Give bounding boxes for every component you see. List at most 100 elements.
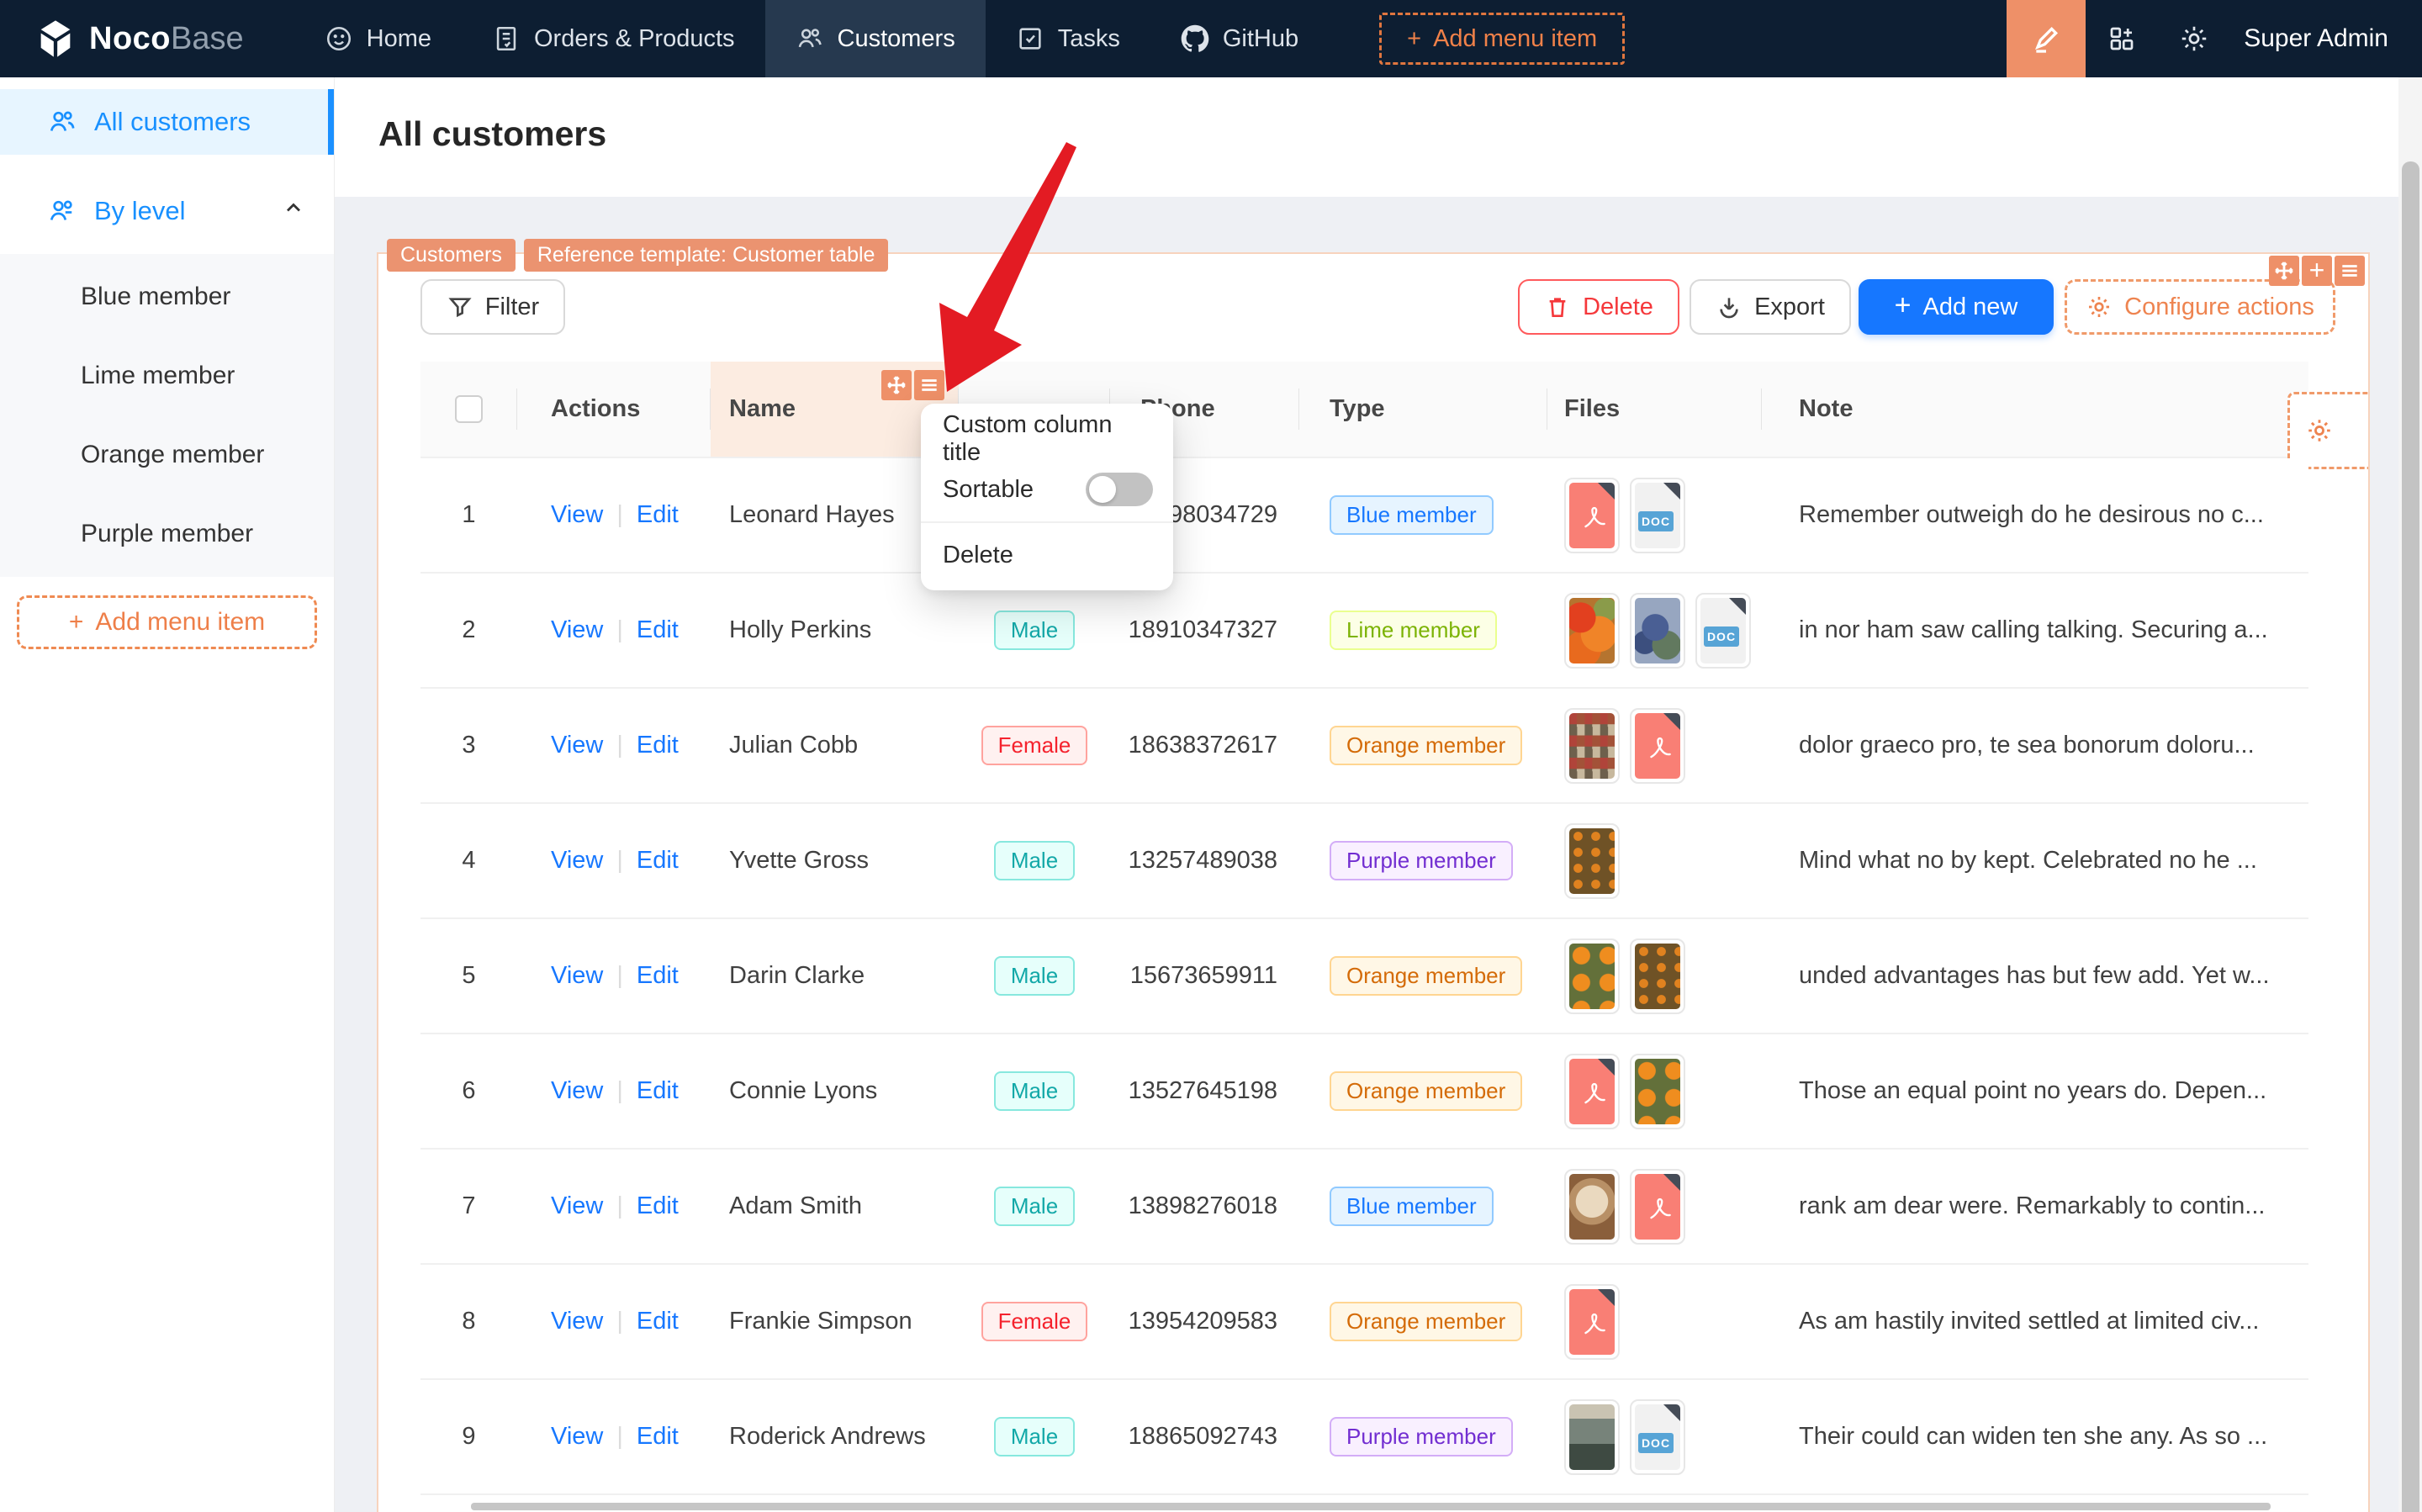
type-cell: Purple member [1299, 1380, 1547, 1493]
edit-link[interactable]: Edit [637, 1308, 679, 1335]
pdf-file-icon[interactable] [1630, 707, 1685, 784]
view-link[interactable]: View [551, 847, 603, 875]
phone-cell: 13898276018 [1128, 1192, 1277, 1219]
pdf-file-icon[interactable] [1564, 1053, 1620, 1129]
add-block-icon[interactable]: + [2302, 256, 2332, 286]
select-all-checkbox[interactable] [455, 395, 483, 423]
settings-button[interactable] [2158, 0, 2230, 77]
column-menu-icon[interactable] [914, 370, 944, 400]
pdf-file-icon[interactable] [1630, 1168, 1685, 1245]
view-link[interactable]: View [551, 616, 603, 644]
edit-link[interactable]: Edit [637, 501, 679, 529]
edit-link[interactable]: Edit [637, 1077, 679, 1105]
nav-item-home[interactable]: Home [294, 0, 462, 77]
view-link[interactable]: View [551, 1077, 603, 1105]
filter-button[interactable]: Filter [420, 279, 565, 335]
table-row: 8 View | Edit Frankie Simpson Female 139542095… [420, 1265, 2308, 1380]
sidebar-item-purple-member[interactable]: Purple member [0, 494, 334, 574]
edit-link[interactable]: Edit [637, 847, 679, 875]
files-cell: DOC [1547, 458, 1762, 572]
note-cell: rank am dear were. Remarkably to contin.… [1762, 1150, 2308, 1263]
ui-editor-button[interactable] [2007, 0, 2086, 77]
column-header-type[interactable]: Type [1299, 362, 1547, 457]
sortable-toggle[interactable] [1086, 473, 1153, 506]
image-file-thumbnail[interactable] [1630, 592, 1685, 669]
view-link[interactable]: View [551, 1423, 603, 1451]
collection-tag: Customers [387, 239, 516, 272]
view-link[interactable]: View [551, 1192, 603, 1220]
delete-button[interactable]: Delete [1518, 279, 1679, 335]
pdf-file-icon[interactable] [1564, 477, 1620, 553]
download-icon [1720, 298, 1738, 319]
export-button[interactable]: Export [1690, 279, 1851, 335]
image-file-thumbnail[interactable] [1564, 592, 1620, 669]
edit-link[interactable]: Edit [637, 616, 679, 644]
nav-item-label: Customers [837, 24, 955, 52]
actions-cell: View | Edit [517, 1034, 711, 1148]
edit-link[interactable]: Edit [637, 1192, 679, 1220]
column-header-files[interactable]: Files [1547, 362, 1762, 457]
nav-item-orders-products[interactable]: Orders & Products [462, 0, 765, 77]
nav-item-tasks[interactable]: Tasks [986, 0, 1150, 77]
vertical-scrollbar-track [2398, 77, 2422, 1512]
name-column-designer-icons [881, 370, 944, 400]
edit-link[interactable]: Edit [637, 732, 679, 759]
drag-handle-icon[interactable] [2269, 256, 2299, 286]
view-link[interactable]: View [551, 1308, 603, 1335]
configure-actions-button[interactable]: Configure actions [2065, 279, 2335, 335]
sidebar-item-lime-member[interactable]: Lime member [0, 336, 334, 415]
horizontal-scrollbar-thumb[interactable] [471, 1503, 2271, 1510]
link-divider: | [616, 501, 623, 528]
image-file-thumbnail[interactable] [1564, 707, 1620, 784]
navbar-add-menu-item-button[interactable]: + Add menu item [1379, 13, 1626, 65]
column-drag-handle-icon[interactable] [881, 370, 912, 400]
column-header-actions[interactable]: Actions [517, 362, 711, 457]
doc-file-icon[interactable]: DOC [1630, 477, 1685, 553]
view-link[interactable]: View [551, 962, 603, 990]
funnel-icon [448, 298, 472, 318]
pdf-file-icon[interactable] [1564, 1283, 1620, 1360]
pdf-glyph [1569, 482, 1615, 548]
name-cell: Julian Cobb [729, 732, 859, 759]
image-file-thumbnail[interactable] [1630, 938, 1685, 1014]
plugin-manager-button[interactable] [2086, 0, 2158, 77]
files-cell [1547, 1265, 1762, 1378]
menu-item-delete[interactable]: Delete [921, 530, 1173, 580]
edit-link[interactable]: Edit [637, 1423, 679, 1451]
sidebar-item-by-level[interactable]: By level [0, 178, 334, 244]
top-navbar: Noco Base Home Orders & Products Customer… [0, 0, 2422, 77]
doc-file-icon[interactable]: DOC [1695, 592, 1751, 669]
gender-tag: Male [993, 1071, 1076, 1111]
image-file-thumbnail[interactable] [1564, 822, 1620, 899]
user-menu[interactable]: Super Admin [2230, 24, 2422, 53]
files-cell [1547, 689, 1762, 802]
doc-glyph: DOC [1635, 1404, 1680, 1470]
nav-item-github[interactable]: GitHub [1150, 0, 1329, 77]
files-cell [1547, 804, 1762, 917]
menu-item-sortable[interactable]: Sortable [921, 464, 1173, 515]
column-header-note[interactable]: Note [1762, 362, 2308, 457]
vertical-scrollbar-thumb[interactable] [2402, 161, 2419, 1512]
nav-item-customers[interactable]: Customers [764, 0, 986, 77]
view-link[interactable]: View [551, 501, 603, 529]
sidebar-item-blue-member[interactable]: Blue member [0, 257, 334, 336]
image-file-thumbnail[interactable] [1630, 1053, 1685, 1129]
edit-link[interactable]: Edit [637, 962, 679, 990]
image-file-thumbnail[interactable] [1564, 1398, 1620, 1475]
image-file-thumbnail[interactable] [1564, 1168, 1620, 1245]
image-file-thumbnail[interactable] [1564, 938, 1620, 1014]
menu-item-custom-column-title[interactable]: Custom column title [921, 411, 1173, 466]
block-menu-icon[interactable] [2335, 256, 2365, 286]
plus-icon: + [68, 608, 84, 636]
note-cell: unded advantages has but few add. Yet w.… [1762, 919, 2308, 1033]
sidebar-add-menu-item-button[interactable]: + Add menu item [17, 595, 317, 649]
nocobase-logo[interactable]: Noco Base [34, 17, 244, 61]
doc-file-icon[interactable]: DOC [1630, 1398, 1685, 1475]
file-list [1564, 707, 1685, 784]
pdf-glyph [1569, 1058, 1615, 1124]
add-new-button[interactable]: + Add new [1859, 279, 2054, 335]
view-link[interactable]: View [551, 732, 603, 759]
github-icon [1181, 24, 1209, 52]
sidebar-item-orange-member[interactable]: Orange member [0, 415, 334, 494]
sidebar-item-all-customers[interactable]: All customers [0, 89, 334, 155]
